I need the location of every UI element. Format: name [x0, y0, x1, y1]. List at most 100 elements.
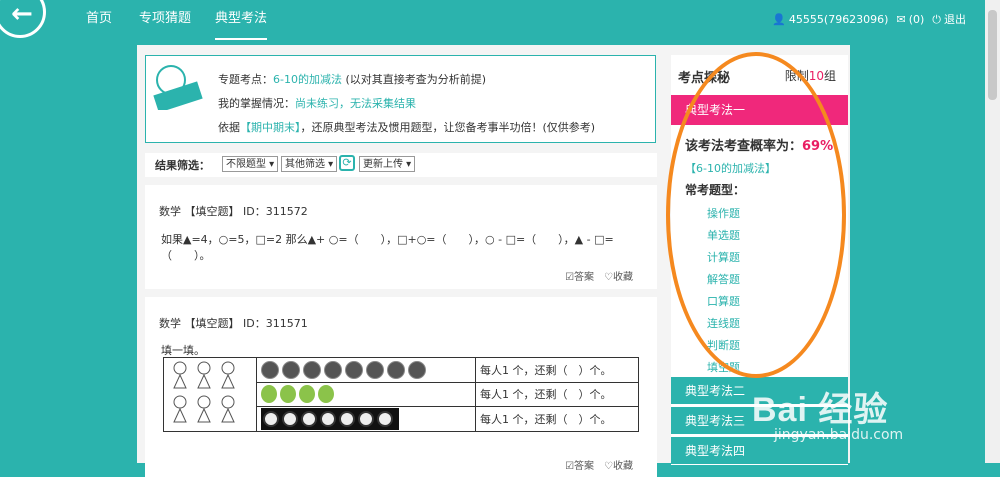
- type-item[interactable]: 计算题: [707, 247, 740, 269]
- flower-icon: [339, 411, 355, 428]
- question-table: 每人1 个，还剩（ ）个。 每人1 个，还剩（ ）个。 每人1 个，还剩（ ）个…: [163, 357, 639, 432]
- probability-label: 该考法考查概率为：: [685, 139, 803, 154]
- refresh-icon[interactable]: ⟳: [339, 155, 355, 171]
- flower-icon: [301, 411, 317, 428]
- basis-link[interactable]: 【期中期末】: [240, 121, 301, 134]
- back-button[interactable]: ←: [0, 0, 46, 38]
- baidu-jingyan-watermark: Bai 经验 jingyan.baidu.com: [752, 382, 903, 443]
- topic-link[interactable]: 6-10的加减法: [273, 73, 342, 86]
- type-select[interactable]: 不限题型 ▾: [222, 156, 279, 172]
- topic-line: 专题考点：6-10的加减法 (以对其直接考查为分析前提): [218, 68, 595, 92]
- table-row: 每人1 个，还剩（ ）个。: [163, 357, 639, 432]
- soccer-ball-icon: [303, 360, 321, 379]
- apples: [261, 385, 471, 404]
- question-actions: ☑答案 ♡收藏: [565, 268, 633, 283]
- table-cell: 每人1 个，还剩（ ）个。: [475, 406, 639, 432]
- scrollbar-thumb[interactable]: [988, 10, 997, 100]
- nav-typical-methods[interactable]: 典型考法: [215, 0, 268, 40]
- favorite-label: 收藏: [613, 272, 633, 283]
- limit-suffix: 组: [823, 69, 836, 83]
- question-text: 如果▲=4，○=5，□=2 那么▲+ ○=（ ），□+○=（ ），○ - □=（…: [161, 233, 614, 262]
- user-icon: 👤: [772, 13, 786, 26]
- topic-note: (以对其直接考查为分析前提): [341, 73, 487, 86]
- question-header: 数学 【填空题】 ID：311571: [159, 317, 308, 330]
- logout-link[interactable]: ⏻ 退出: [932, 0, 966, 40]
- common-types-list: 操作题 单选题 计算题 解答题 口算题 连线题 判断题 填空题: [707, 203, 740, 379]
- apples-image: [256, 381, 476, 408]
- filter-label: 结果筛选：: [155, 159, 210, 172]
- mail-icon: ✉: [896, 13, 906, 26]
- apple-icon: [261, 385, 277, 404]
- type-select-value: 不限题型: [226, 159, 266, 170]
- type-item[interactable]: 填空题: [707, 357, 740, 379]
- logout-label: 退出: [944, 13, 966, 26]
- sidebar-limit: 限制10组: [785, 67, 836, 84]
- apple-icon: [280, 385, 296, 404]
- type-item[interactable]: 单选题: [707, 225, 740, 247]
- page-scrollbar[interactable]: [985, 0, 1000, 463]
- mastery-line: 我的掌握情况：尚未练习，无法采集结果: [218, 92, 595, 116]
- user-name: 45555(79623096): [788, 13, 889, 26]
- mastery-value: 尚未练习，无法采集结果: [295, 97, 416, 110]
- soccer-ball-icon: [345, 360, 363, 379]
- nav-special-guess[interactable]: 专项猜题: [139, 0, 191, 40]
- flower-icon: [358, 411, 374, 428]
- flower-icon: [320, 411, 336, 428]
- type-item[interactable]: 解答题: [707, 269, 740, 291]
- basis-line: 依据【期中期末】，还原典型考法及惯用题型，让您备考事半功倍！(仅供参考): [218, 116, 595, 140]
- basis-prefix: 依据: [218, 121, 240, 134]
- topic-info-lines: 专题考点：6-10的加减法 (以对其直接考查为分析前提) 我的掌握情况：尚未练习…: [218, 68, 595, 140]
- answer-button[interactable]: ☑答案: [565, 457, 594, 472]
- tab-typical-method-1[interactable]: 典型考法一: [671, 95, 848, 125]
- question-header: 数学 【填空题】 ID：311572: [159, 205, 308, 218]
- soccer-ball-icon: [387, 360, 405, 379]
- sort-select[interactable]: 更新上传 ▾: [359, 156, 416, 172]
- flower-icon: [377, 411, 393, 428]
- arrow-left-icon: ←: [11, 0, 33, 29]
- soccer-ball-icon: [408, 360, 426, 379]
- top-navbar: ← 首页 专项猜题 典型考法 👤 45555(79623096) ✉ (0) ⏻ 退出: [0, 0, 1000, 40]
- watermark-logo: Bai 经验: [752, 391, 889, 429]
- other-filter-select[interactable]: 其他筛选 ▾: [281, 156, 338, 172]
- soccer-ball-icon: [261, 360, 279, 379]
- user-link[interactable]: 👤 45555(79623096): [772, 0, 888, 40]
- answer-button[interactable]: ☑答案: [565, 268, 594, 283]
- favorite-button[interactable]: ♡收藏: [604, 457, 633, 472]
- sidebar-title: 考点探秘: [678, 71, 731, 86]
- favorite-button[interactable]: ♡收藏: [604, 268, 633, 283]
- topic-label: 专题考点：: [218, 73, 273, 86]
- soccer-balls: [261, 360, 471, 379]
- question-card: 数学 【填空题】 ID：311572 如果▲=4，○=5，□=2 那么▲+ ○=…: [145, 185, 657, 289]
- common-types-title: 常考题型：: [685, 183, 746, 197]
- nav-home[interactable]: 首页: [86, 0, 112, 40]
- filter-bar: 结果筛选： 不限题型 ▾ 其他筛选 ▾ ⟳ 更新上传 ▾: [145, 153, 657, 177]
- probability-line: 该考法考查概率为：69%: [685, 135, 833, 154]
- question-actions: ☑答案 ♡收藏: [565, 457, 633, 472]
- flower-icon: [282, 411, 298, 428]
- flowers: [261, 408, 399, 431]
- special-guess-badge-icon: [153, 65, 203, 110]
- children-image: [163, 357, 257, 432]
- apple-icon: [299, 385, 315, 404]
- type-item[interactable]: 连线题: [707, 313, 740, 335]
- question-intro: 填一填。: [161, 344, 205, 357]
- heart-icon: ♡: [604, 272, 613, 283]
- type-item[interactable]: 判断题: [707, 335, 740, 357]
- message-count: (0): [908, 13, 925, 26]
- question-card: 数学 【填空题】 ID：311571 填一填。 每人1 个，还剩（ ）个。 每人…: [145, 297, 657, 477]
- messages-link[interactable]: ✉ (0): [896, 0, 924, 40]
- mastery-label: 我的掌握情况：: [218, 97, 295, 110]
- soccer-ball-icon: [282, 360, 300, 379]
- watermark-url: jingyan.baidu.com: [774, 427, 904, 443]
- children-drawing-icon: [173, 361, 235, 423]
- apple-icon: [318, 385, 334, 404]
- user-bar: 👤 45555(79623096) ✉ (0) ⏻ 退出: [772, 0, 966, 40]
- table-cell: 每人1 个，还剩（ ）个。: [475, 357, 639, 383]
- sidebar-topic-link[interactable]: 【6-10的加减法】: [685, 160, 776, 176]
- type-item[interactable]: 口算题: [707, 291, 740, 313]
- type-item[interactable]: 操作题: [707, 203, 740, 225]
- other-select-value: 其他筛选: [285, 159, 325, 170]
- limit-number: 10: [808, 69, 824, 83]
- flower-icon: [263, 411, 279, 428]
- topic-info-box: 专题考点：6-10的加减法 (以对其直接考查为分析前提) 我的掌握情况：尚未练习…: [145, 55, 656, 143]
